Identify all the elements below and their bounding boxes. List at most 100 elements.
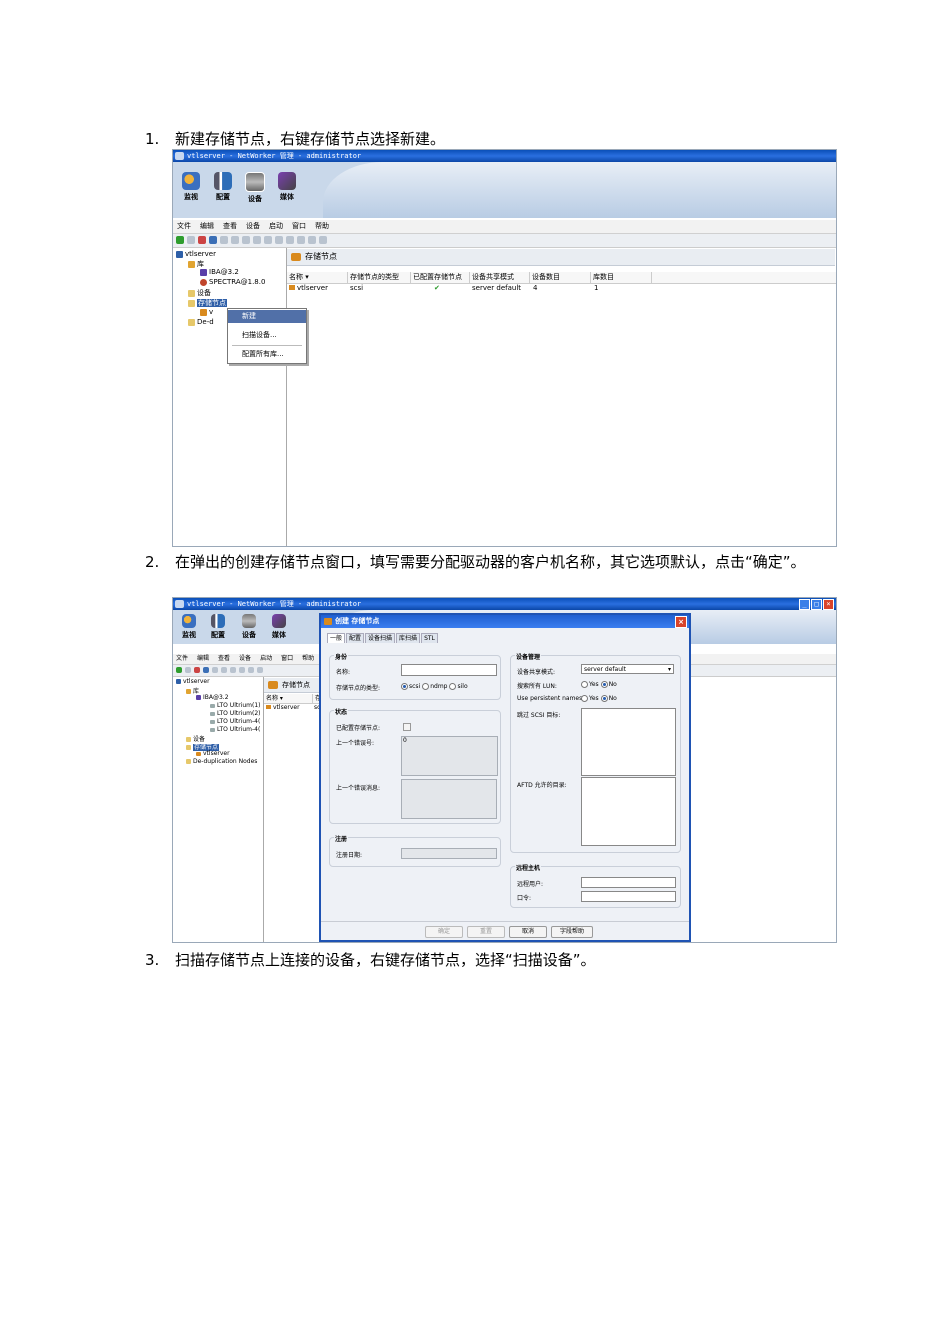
field-help-button[interactable]: 字段帮助: [551, 926, 593, 938]
ok-button[interactable]: 确定: [425, 926, 463, 938]
properties-icon[interactable]: [187, 236, 195, 244]
help-icon[interactable]: [209, 236, 217, 244]
col-device-count[interactable]: 设备数目: [530, 272, 591, 283]
menu-devices[interactable]: 设备: [246, 220, 260, 233]
mount-icon[interactable]: [221, 667, 227, 673]
menu-edit[interactable]: 编辑: [197, 654, 209, 664]
monitor-tool[interactable]: 监视: [174, 614, 204, 640]
withdraw-icon[interactable]: [275, 236, 283, 244]
tree-drive-4[interactable]: LTO Ultrium-4(: [210, 726, 260, 733]
radio-persistent-no[interactable]: [600, 695, 608, 702]
tree-root[interactable]: vtlserver: [176, 678, 210, 685]
tree-lib2[interactable]: SPECTRA@1.8.0: [200, 278, 265, 286]
dialog-close-icon[interactable]: ×: [675, 616, 687, 628]
tab-config[interactable]: 配置: [346, 633, 365, 643]
tab-general[interactable]: 一般: [327, 633, 346, 643]
tree-devices[interactable]: 设备: [188, 288, 211, 298]
tree-storage-node-child[interactable]: vtlserver: [196, 750, 230, 757]
share-mode-select[interactable]: server default ▾: [581, 664, 674, 674]
delete-icon[interactable]: [194, 667, 200, 673]
configured-checkbox[interactable]: [403, 723, 411, 731]
minimize-icon[interactable]: _: [799, 599, 810, 610]
menu-item-new[interactable]: 新建: [228, 310, 306, 323]
menu-file[interactable]: 文件: [176, 654, 188, 664]
tree-lib1[interactable]: IBA@3.2: [196, 694, 229, 701]
add-icon[interactable]: [176, 236, 184, 244]
find-icon[interactable]: [297, 236, 305, 244]
menu-help[interactable]: 帮助: [315, 220, 329, 233]
col-configured[interactable]: 已配置存储节点: [411, 272, 470, 283]
tree-dedup[interactable]: De-duplication Nodes: [186, 758, 257, 765]
config-tool[interactable]: 配置: [208, 172, 238, 202]
label-icon[interactable]: [212, 667, 218, 673]
maximize-icon[interactable]: □: [811, 599, 822, 610]
media-tool[interactable]: 媒体: [272, 172, 302, 202]
name-input[interactable]: [401, 664, 497, 676]
monitor-tool[interactable]: 监视: [176, 172, 206, 202]
copy-icon[interactable]: [286, 236, 294, 244]
aftd-textarea[interactable]: [581, 777, 676, 846]
menu-view[interactable]: 查看: [223, 220, 237, 233]
radio-ndmp[interactable]: [422, 683, 430, 690]
radio-search-lun-no[interactable]: [600, 681, 608, 688]
mount-icon[interactable]: [231, 236, 239, 244]
menu-start[interactable]: 启动: [269, 220, 283, 233]
tab-device-scan[interactable]: 设备扫描: [365, 633, 396, 643]
unmount-icon[interactable]: [230, 667, 236, 673]
deposit-icon[interactable]: [248, 667, 254, 673]
tree-root[interactable]: vtlserver: [176, 250, 216, 258]
menu-item-configure-libraries[interactable]: 配置所有库...: [228, 348, 306, 361]
menu-help[interactable]: 帮助: [302, 654, 314, 664]
remote-user-input[interactable]: [581, 877, 676, 888]
menu-window[interactable]: 窗口: [281, 654, 293, 664]
skip-scsi-textarea[interactable]: [581, 708, 676, 776]
radio-persistent-yes[interactable]: [581, 695, 588, 702]
table-row[interactable]: vtlserver scsi ✔ server default 4 1: [287, 284, 836, 294]
devices-tool[interactable]: 设备: [240, 172, 270, 204]
tree-drive-1[interactable]: LTO Ultrium(1): [210, 702, 261, 709]
withdraw-icon[interactable]: [257, 667, 263, 673]
col-share-mode[interactable]: 设备共享模式: [470, 272, 530, 283]
menu-edit[interactable]: 编辑: [200, 220, 214, 233]
radio-silo[interactable]: [449, 683, 457, 690]
menu-window[interactable]: 窗口: [292, 220, 306, 233]
tree-drive-2[interactable]: LTO Ultrium(2): [210, 710, 261, 717]
tab-library-scan[interactable]: 库扫描: [396, 633, 421, 643]
col-name[interactable]: 名称 ▾: [287, 272, 348, 283]
unmount-icon[interactable]: [242, 236, 250, 244]
devices-tool[interactable]: 设备: [234, 614, 264, 640]
tree-dedup[interactable]: De-d: [188, 318, 214, 326]
radio-search-lun-yes[interactable]: [581, 681, 588, 688]
tab-stl[interactable]: STL: [421, 633, 438, 643]
properties-icon[interactable]: [185, 667, 191, 673]
inventory-icon[interactable]: [239, 667, 245, 673]
refresh-icon[interactable]: [319, 236, 327, 244]
col-type[interactable]: 存储节点的类型: [348, 272, 411, 283]
deposit-icon[interactable]: [264, 236, 272, 244]
config-tool[interactable]: 配置: [203, 614, 233, 640]
reset-button[interactable]: 重置: [467, 926, 505, 938]
table-row[interactable]: vtlserver sc: [264, 704, 324, 714]
menu-start[interactable]: 启动: [260, 654, 272, 664]
menu-item-scan-devices[interactable]: 扫描设备...: [228, 329, 306, 342]
close-icon[interactable]: ×: [823, 599, 834, 610]
tree-drive-3[interactable]: LTO Ultrium-4(: [210, 718, 260, 725]
radio-scsi[interactable]: [401, 683, 408, 690]
label-icon[interactable]: [220, 236, 228, 244]
menu-view[interactable]: 查看: [218, 654, 230, 664]
filter-icon[interactable]: [308, 236, 316, 244]
media-tool[interactable]: 媒体: [264, 614, 294, 640]
delete-icon[interactable]: [198, 236, 206, 244]
col-library-count[interactable]: 库数目: [591, 272, 652, 283]
menu-file[interactable]: 文件: [177, 220, 191, 233]
help-icon[interactable]: [203, 667, 209, 673]
add-icon[interactable]: [176, 667, 182, 673]
tree-storage-node-child[interactable]: v: [200, 308, 213, 316]
tree-storage-nodes[interactable]: 存储节点: [188, 298, 227, 308]
tree-lib1[interactable]: IBA@3.2: [200, 268, 239, 276]
menu-devices[interactable]: 设备: [239, 654, 251, 664]
password-input[interactable]: [581, 891, 676, 902]
cancel-button[interactable]: 取消: [509, 926, 547, 938]
col-name[interactable]: 名称 ▾: [264, 694, 313, 703]
inventory-icon[interactable]: [253, 236, 261, 244]
